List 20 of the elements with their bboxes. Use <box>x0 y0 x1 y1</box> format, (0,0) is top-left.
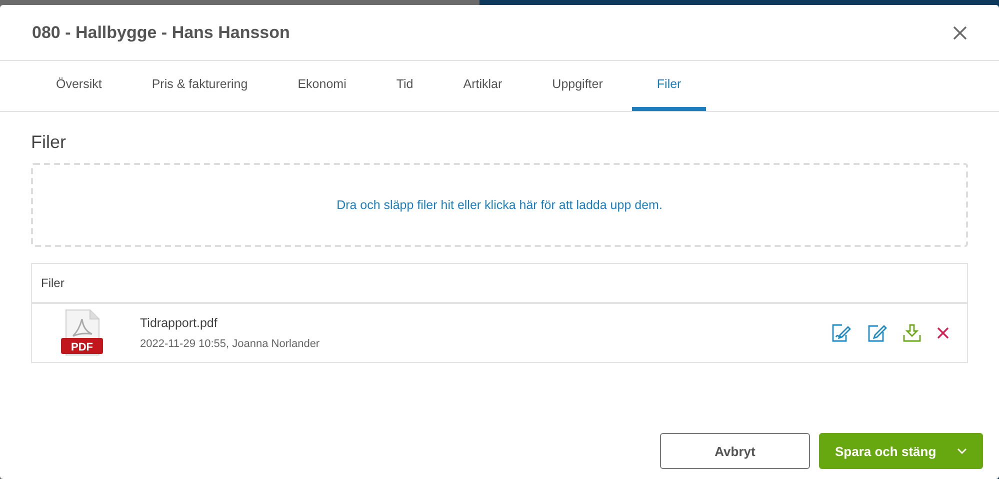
tab[interactable]: Pris & fakturering <box>130 61 269 111</box>
caret-icon[interactable] <box>957 448 967 454</box>
tab[interactable]: Filer <box>632 61 706 111</box>
tab[interactable]: Översikt <box>35 61 123 111</box>
section-title: Filer <box>31 132 67 153</box>
cancel-button[interactable]: Avbryt <box>660 433 810 469</box>
edit-icon[interactable] <box>867 324 887 342</box>
delete-icon[interactable] <box>937 327 949 339</box>
dialog-title: 080 - Hallbygge - Hans Hansson <box>32 22 290 42</box>
file-name[interactable]: Tidrapport.pdf <box>140 316 831 330</box>
table-header: Filer <box>32 264 967 304</box>
download-icon[interactable] <box>903 324 921 342</box>
close-icon[interactable] <box>951 24 969 42</box>
tab[interactable]: Tid <box>375 61 434 111</box>
upload-dropzone[interactable]: Dra och släpp filer hit eller klicka här för att ladda upp dem. <box>31 163 968 247</box>
signature-icon[interactable] <box>831 324 851 342</box>
tab[interactable]: Artiklar <box>442 61 524 111</box>
tab[interactable]: Ekonomi <box>276 61 368 111</box>
file-meta: 2022-11-29 10:55, Joanna Norlander <box>140 338 321 350</box>
tab[interactable]: Uppgifter <box>531 61 624 111</box>
